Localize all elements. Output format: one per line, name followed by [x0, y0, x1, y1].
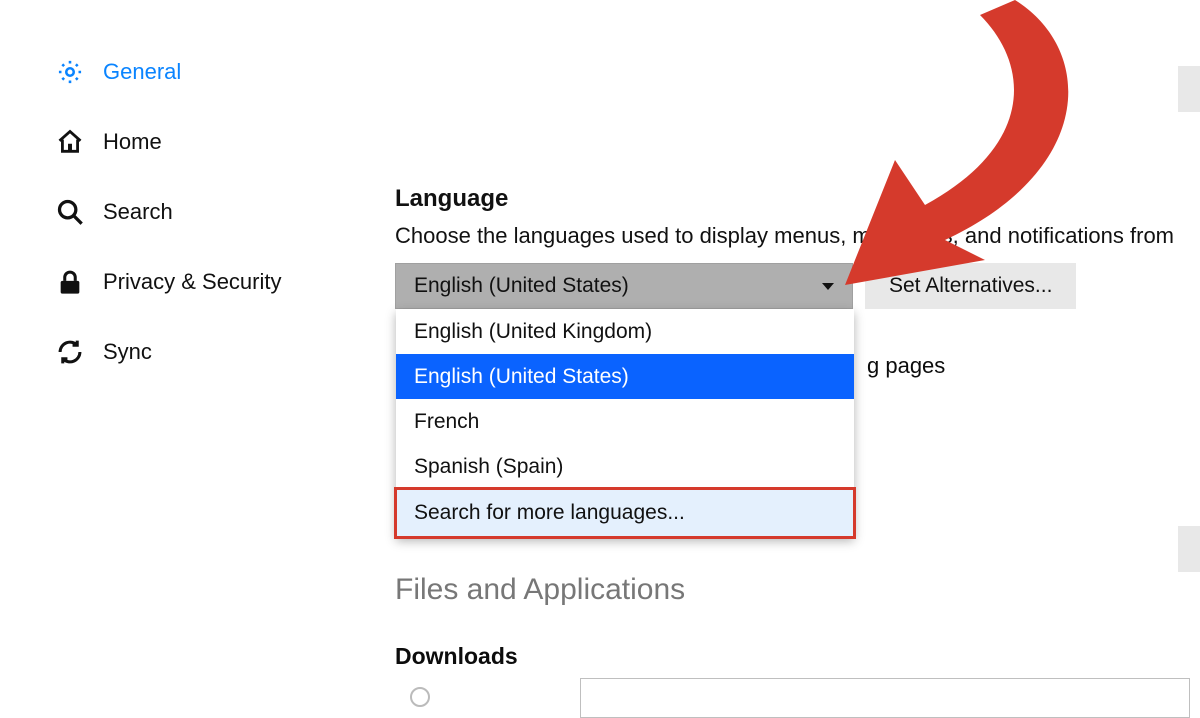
lock-icon: [55, 267, 85, 297]
sidebar-item-privacy[interactable]: Privacy & Security: [55, 255, 335, 325]
sidebar-item-label: Search: [103, 199, 173, 225]
sidebar: General Home Search Privacy & Security S…: [55, 45, 335, 395]
sidebar-item-search[interactable]: Search: [55, 185, 335, 255]
sidebar-item-general[interactable]: General: [55, 45, 335, 115]
dropdown-option-search-more[interactable]: Search for more languages...: [396, 489, 854, 537]
sidebar-item-label: Privacy & Security: [103, 269, 282, 295]
dropdown-option[interactable]: English (United Kingdom): [396, 309, 854, 354]
dropdown-selected-label: English (United States): [414, 274, 629, 298]
content-area: Language Choose the languages used to di…: [395, 185, 1200, 309]
chevron-down-icon: [822, 283, 834, 290]
files-applications-heading: Files and Applications: [395, 573, 685, 607]
sync-icon: [55, 337, 85, 367]
option-label: French: [414, 410, 479, 434]
search-icon: [55, 197, 85, 227]
partial-button-stub[interactable]: [1178, 526, 1200, 572]
dropdown-selected[interactable]: English (United States): [395, 263, 853, 309]
gear-icon: [55, 57, 85, 87]
dropdown-option[interactable]: French: [396, 399, 854, 444]
partial-translating-text: g pages: [867, 353, 945, 379]
sidebar-item-label: Sync: [103, 339, 152, 365]
option-label: Search for more languages...: [414, 501, 685, 525]
language-dropdown[interactable]: English (United States) English (United …: [395, 263, 853, 309]
dropdown-list: English (United Kingdom) English (United…: [396, 309, 854, 537]
set-alternatives-button[interactable]: Set Alternatives...: [865, 263, 1076, 309]
partial-button-stub[interactable]: [1178, 66, 1200, 112]
sidebar-item-label: General: [103, 59, 181, 85]
download-path-field[interactable]: [580, 678, 1190, 718]
language-desc: Choose the languages used to display men…: [395, 223, 1200, 249]
option-label: English (United Kingdom): [414, 320, 652, 344]
dropdown-option[interactable]: Spanish (Spain): [396, 444, 854, 489]
language-title: Language: [395, 185, 1200, 213]
sidebar-item-label: Home: [103, 129, 162, 155]
downloads-heading: Downloads: [395, 643, 518, 670]
dropdown-option-selected[interactable]: English (United States): [396, 354, 854, 399]
sidebar-item-home[interactable]: Home: [55, 115, 335, 185]
option-label: Spanish (Spain): [414, 455, 563, 479]
home-icon: [55, 127, 85, 157]
sidebar-item-sync[interactable]: Sync: [55, 325, 335, 395]
option-label: English (United States): [414, 365, 629, 389]
radio-option-stub[interactable]: [410, 687, 430, 707]
